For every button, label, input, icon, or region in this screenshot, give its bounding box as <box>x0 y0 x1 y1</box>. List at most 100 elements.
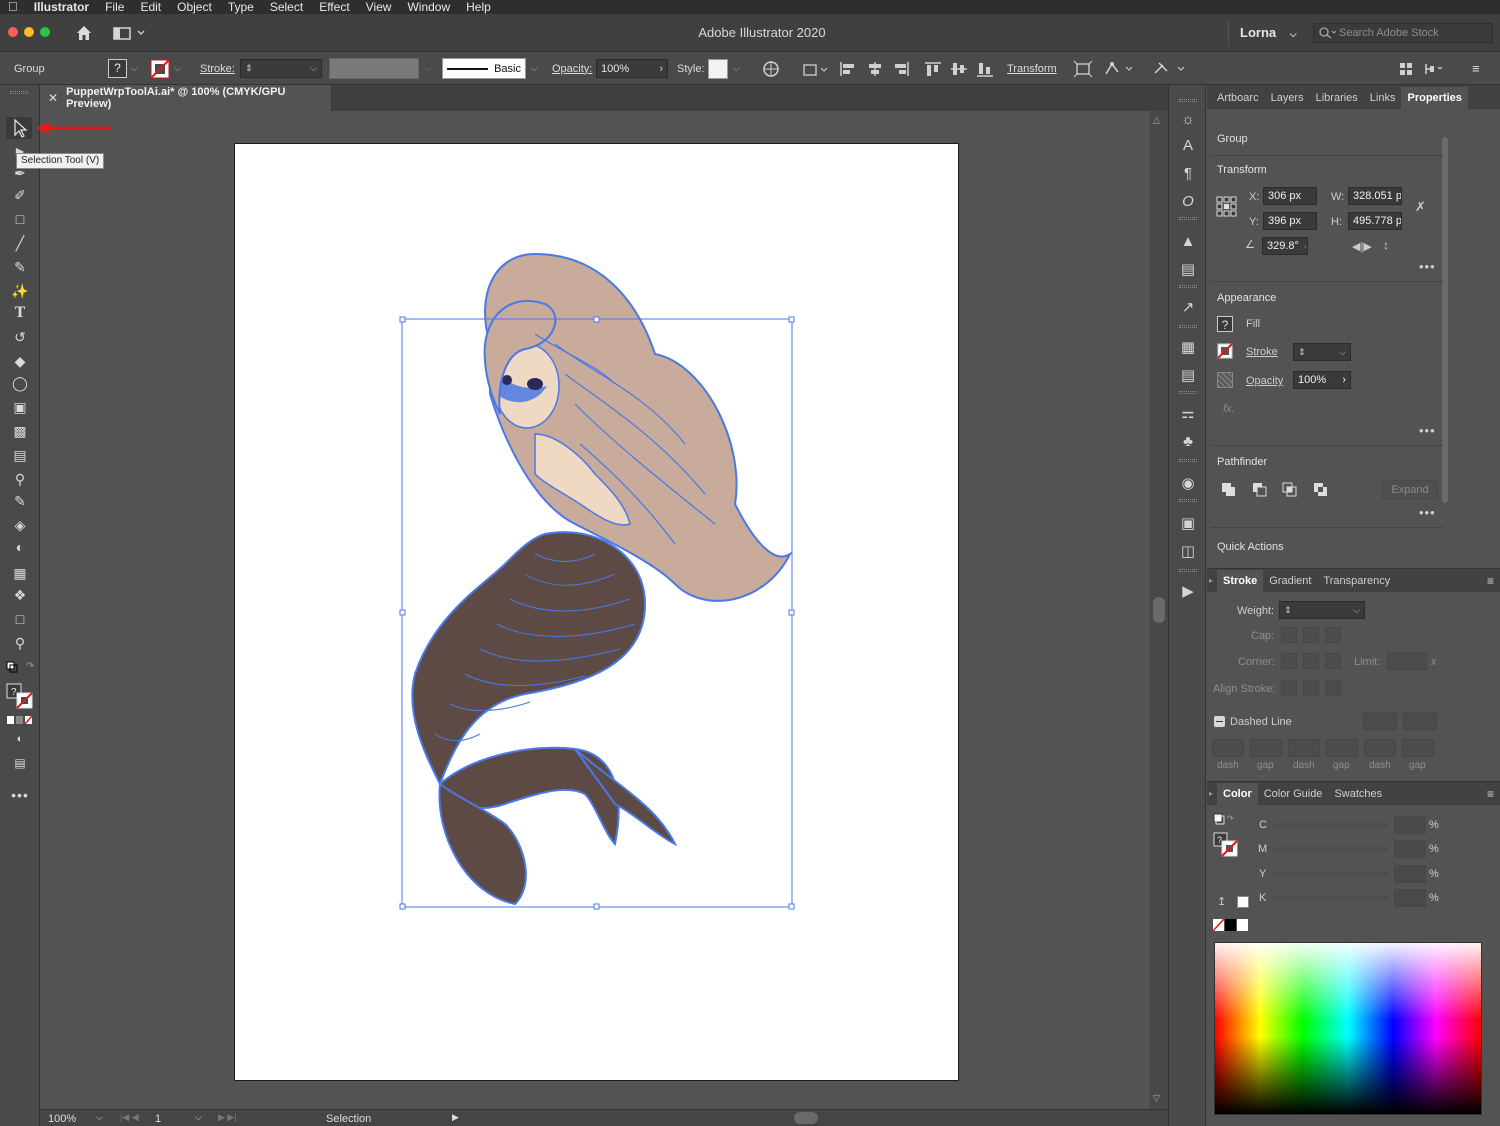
artboard[interactable] <box>234 143 959 1081</box>
dash-field-2[interactable] <box>1288 739 1320 757</box>
color-spectrum[interactable] <box>1214 942 1482 1115</box>
actions-play-icon[interactable]: ▶ <box>1176 581 1200 603</box>
layers-panel-icon[interactable]: ▣ <box>1176 513 1200 535</box>
minimize-window-button[interactable] <box>24 27 34 37</box>
chevron-down-icon[interactable]: ⌵ <box>1353 602 1360 618</box>
export-icon[interactable]: ↗ <box>1176 297 1200 319</box>
edit-toolbar-ellipsis-icon[interactable]: ••• <box>8 785 32 805</box>
menu-type[interactable]: Type <box>220 0 262 14</box>
out-of-gamut-icon[interactable]: ↥ <box>1217 895 1226 908</box>
fill-none-swatch[interactable]: ? <box>108 59 127 78</box>
panel-grip[interactable] <box>1179 217 1197 220</box>
round-cap-button[interactable] <box>1303 627 1319 643</box>
panel-grip[interactable] <box>1179 499 1197 502</box>
align-bottom-icon[interactable] <box>972 60 998 78</box>
draw-mode-icon[interactable]: ◐ <box>8 729 32 749</box>
chevron-right-icon[interactable]: ▶ <box>452 1112 459 1123</box>
tab-color-guide[interactable]: Color Guide <box>1258 783 1329 805</box>
pathfinder-expand-button[interactable]: Expand <box>1382 480 1438 500</box>
rectangle-icon[interactable]: □ <box>8 209 32 229</box>
menu-object[interactable]: Object <box>169 0 220 14</box>
panel-grip[interactable] <box>1179 99 1197 102</box>
opacity-label-link[interactable]: Opacity <box>1246 375 1283 387</box>
channel-m-field[interactable] <box>1394 840 1426 858</box>
width-field[interactable]: 328.051 p <box>1348 187 1402 205</box>
cc-libraries-icon[interactable]: ▤ <box>1176 259 1200 281</box>
constrain-proportions-icon[interactable]: ✗ <box>1415 199 1426 215</box>
panel-grip[interactable] <box>1179 391 1197 394</box>
artboard-icon[interactable]: □ <box>8 609 32 629</box>
tab-transparency[interactable]: Transparency <box>1317 570 1396 592</box>
eraser-icon[interactable]: ◆ <box>8 351 32 371</box>
pathfinder-exclude-icon[interactable] <box>1313 482 1329 498</box>
fill-swatch-control[interactable]: ? ⌵ <box>108 52 138 85</box>
live-paint-icon[interactable]: ◈ <box>8 515 32 535</box>
vertical-scrollbar[interactable]: △ ▽ <box>1150 111 1168 1109</box>
tab-links[interactable]: Links <box>1364 87 1402 109</box>
menu-help[interactable]: Help <box>458 0 499 14</box>
dash-field-3[interactable] <box>1364 739 1396 757</box>
curvature-icon[interactable]: ✐ <box>8 185 32 205</box>
transform-panel-icon[interactable]: ▦ <box>1176 337 1200 359</box>
tab-gradient[interactable]: Gradient <box>1263 570 1317 592</box>
last-color-swatch[interactable] <box>1237 896 1249 908</box>
align-to-icon[interactable] <box>802 52 828 85</box>
fill-swatch[interactable]: ? <box>1217 316 1233 332</box>
chevron-down-icon[interactable]: ⌵ <box>733 63 740 74</box>
horizontal-scrollbar[interactable] <box>466 1112 1146 1124</box>
color-fill-stroke-widget[interactable]: ↷? <box>1213 813 1243 861</box>
stroke-label-link[interactable]: Stroke <box>1246 346 1278 358</box>
tab-stroke[interactable]: Stroke <box>1217 570 1264 592</box>
rotation-angle-field[interactable]: 329.8° ⌵ <box>1262 237 1308 255</box>
chevron-down-icon[interactable]: ⌵ <box>531 63 538 74</box>
user-menu[interactable]: Lorna ⌵ <box>1240 25 1297 40</box>
preserve-dash-button[interactable] <box>1363 712 1397 730</box>
panel-collapse-icon[interactable]: ▸ <box>1209 570 1217 592</box>
stroke-swatch[interactable] <box>1217 343 1233 359</box>
properties-scrollbar[interactable] <box>1441 125 1449 561</box>
lasso-icon[interactable]: ◯ <box>8 373 32 393</box>
recolor-artwork-icon[interactable] <box>762 52 780 85</box>
home-icon[interactable] <box>74 23 94 43</box>
menu-app-name[interactable]: Illustrator <box>26 0 97 14</box>
color-none-modes-icon[interactable] <box>6 715 34 725</box>
pathfinder-more-options-icon[interactable]: ••• <box>1419 505 1436 520</box>
menu-view[interactable]: View <box>358 0 400 14</box>
stroke-swatch-control[interactable]: ⌵ <box>150 52 181 85</box>
align-top-icon[interactable] <box>920 60 946 78</box>
channel-c-field[interactable] <box>1394 816 1426 834</box>
tab-swatches[interactable]: Swatches <box>1328 783 1388 805</box>
projecting-cap-button[interactable] <box>1325 627 1341 643</box>
menu-window[interactable]: Window <box>399 0 458 14</box>
opacity-field[interactable]: 100% › <box>1293 371 1351 389</box>
zoom-level[interactable]: 100% <box>48 1113 76 1125</box>
arrange-documents-icon[interactable] <box>1398 52 1414 85</box>
scroll-down-icon[interactable]: ▽ <box>1153 1093 1160 1104</box>
stepper-icon[interactable]: ⇕ <box>1284 605 1292 615</box>
pathfinder-unite-icon[interactable] <box>1221 482 1237 498</box>
type-icon[interactable]: T <box>8 303 32 323</box>
artboard-number[interactable]: 1 <box>155 1113 161 1125</box>
paintbrush-icon[interactable]: ✎ <box>8 257 32 277</box>
first-artboard-icon[interactable]: |◀ ◀ <box>120 1112 139 1123</box>
height-field[interactable]: 495.778 p <box>1348 212 1402 230</box>
perspective-grid-icon[interactable]: ▦ <box>8 563 32 583</box>
glyphs-icon[interactable]: ▲ <box>1176 231 1200 253</box>
gap-field-3[interactable] <box>1402 739 1434 757</box>
round-join-button[interactable] <box>1303 653 1319 669</box>
tab-properties[interactable]: Properties <box>1401 87 1468 109</box>
symbol-sprayer-icon[interactable]: ▩ <box>8 421 32 441</box>
opacity-label-link[interactable]: Opacity: <box>552 52 592 85</box>
paragraph-icon[interactable]: ¶ <box>1176 163 1200 185</box>
zoom-icon[interactable]: ⚲ <box>8 633 32 653</box>
align-dash-button[interactable] <box>1403 712 1437 730</box>
puppet-warp-icon[interactable] <box>1103 52 1135 85</box>
opentype-icon[interactable]: O <box>1176 191 1200 213</box>
panel-menu-icon[interactable]: ≡ <box>1472 52 1480 85</box>
panel-grip[interactable] <box>1179 285 1197 288</box>
reference-point-icon[interactable] <box>1216 196 1238 218</box>
stroke-weight-field[interactable]: ⇕ ⌵ <box>240 52 322 85</box>
last-artboard-icon[interactable]: ▶ ▶| <box>218 1112 237 1123</box>
y-position-field[interactable]: 396 px <box>1263 212 1317 230</box>
miter-join-button[interactable] <box>1281 653 1297 669</box>
